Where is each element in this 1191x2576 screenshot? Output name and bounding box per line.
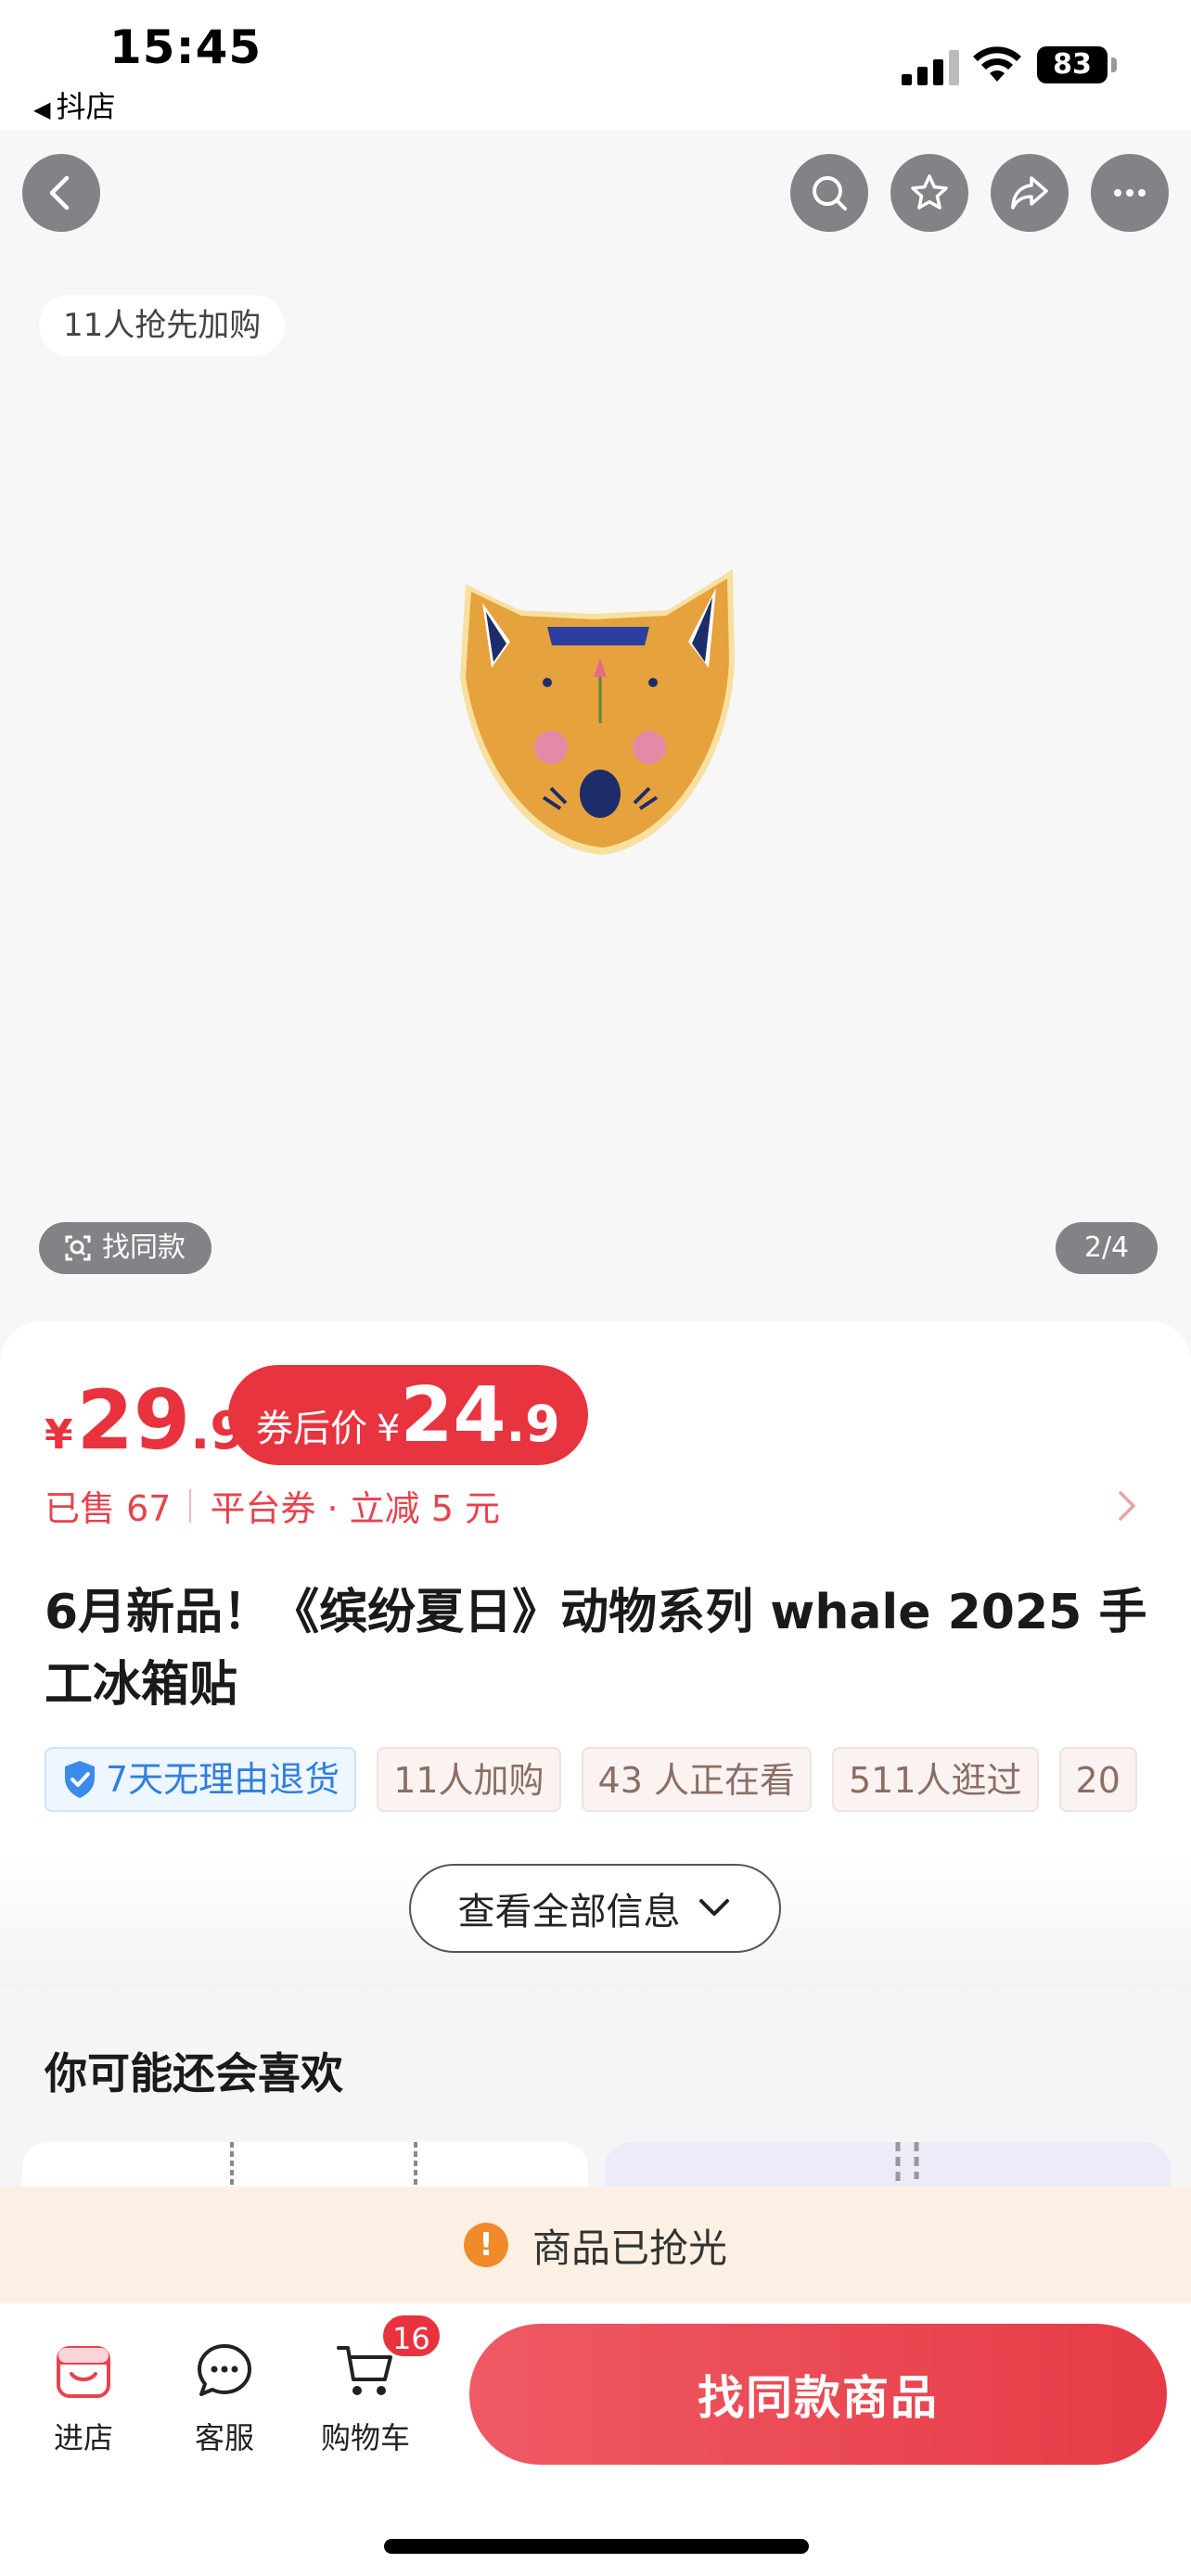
sold-out-text: 商品已抢光 [531, 2225, 727, 2271]
wifi-icon [973, 46, 1021, 82]
warning-icon: ! [463, 2223, 508, 2267]
image-search-icon [65, 1235, 91, 1261]
tag-visited-count: 511人逛过 [831, 1747, 1039, 1812]
cart-count-badge: 16 [380, 2313, 442, 2359]
find-similar-products-button[interactable]: 找同款商品 [469, 2324, 1167, 2465]
store-icon [57, 2346, 110, 2398]
recommend-section-title: 你可能还会喜欢 [45, 2048, 343, 2098]
tag-more: 20 [1058, 1747, 1137, 1812]
share-icon [1011, 176, 1048, 210]
battery-tip [1111, 57, 1117, 72]
share-button[interactable] [991, 154, 1069, 232]
price-integer: 29 [76, 1372, 191, 1468]
chevron-left-icon [49, 175, 70, 210]
coupon-currency: ¥ [377, 1408, 401, 1450]
coupon-price-integer: 24 [400, 1371, 506, 1460]
sold-out-notice: ! 商品已抢光 [0, 2187, 1191, 2303]
product-photo [460, 569, 735, 855]
tag-row[interactable]: 7天无理由退货 11人加购 43 人正在看 511人逛过 20 [45, 1747, 1148, 1812]
find-same-button[interactable]: 找同款 [39, 1222, 211, 1274]
price-row: ¥29.9 [45, 1359, 246, 1468]
image-pager: 2/4 [1056, 1222, 1158, 1274]
original-price: ¥29.9 [45, 1372, 246, 1468]
cellular-signal-icon [902, 50, 961, 85]
customer-service-button[interactable]: 客服 [169, 2340, 280, 2457]
find-same-label: 找同款 [102, 1231, 186, 1264]
home-indicator[interactable] [384, 2539, 809, 2554]
battery-icon: 83 [1037, 46, 1108, 83]
return-guarantee-tag[interactable]: 7天无理由退货 [45, 1747, 357, 1812]
view-all-info-label: 查看全部信息 [457, 1891, 681, 1933]
return-guarantee-label: 7天无理由退货 [106, 1759, 340, 1800]
product-title: 6月新品！《缤纷夏日》动物系列 whale 2025 手工冰箱贴 [45, 1585, 1147, 1713]
more-button[interactable] [1091, 154, 1169, 232]
coupon-price-decimal: .9 [506, 1395, 560, 1453]
chevron-down-icon [698, 1899, 729, 1916]
back-app-label: 抖店 [56, 89, 116, 124]
shop-nav-label: 进店 [53, 2420, 113, 2455]
tag-viewing-count: 43 人正在看 [581, 1747, 812, 1812]
back-button[interactable] [22, 154, 100, 232]
status-bar: 15:45 ◀ 抖店 83 [0, 0, 1191, 130]
tag-add-cart-count: 11人加购 [377, 1747, 561, 1812]
shield-check-icon [65, 1761, 95, 1798]
back-triangle-icon: ◀ [33, 96, 51, 122]
status-time: 15:45 [109, 20, 263, 74]
sold-count: 已售 67 [45, 1488, 172, 1529]
chat-bubble-icon [198, 2344, 251, 2396]
back-to-app-link[interactable]: ◀ 抖店 [33, 83, 115, 126]
star-icon [911, 174, 948, 210]
search-icon [813, 176, 847, 210]
platform-coupon-text: 平台券 · 立减 5 元 [210, 1488, 501, 1529]
coupon-price-pill[interactable]: 券后价 ¥24.9 [228, 1365, 588, 1465]
view-all-info-button[interactable]: 查看全部信息 [409, 1864, 781, 1953]
search-button[interactable] [790, 154, 868, 232]
shop-nav-button[interactable]: 进店 [28, 2340, 139, 2457]
more-dots-icon [1114, 189, 1146, 197]
cart-label: 购物车 [320, 2420, 410, 2455]
coupon-price-label: 券后价 [256, 1408, 367, 1450]
presale-count-badge: 11人抢先加购 [39, 295, 286, 356]
favorite-button[interactable] [890, 154, 968, 232]
customer-service-label: 客服 [194, 2420, 254, 2455]
divider [189, 1488, 192, 1523]
promo-row[interactable]: 已售 67 平台券 · 立减 5 元 [45, 1480, 500, 1531]
chevron-right-icon[interactable] [1117, 1487, 1139, 1524]
price-currency: ¥ [45, 1411, 73, 1459]
